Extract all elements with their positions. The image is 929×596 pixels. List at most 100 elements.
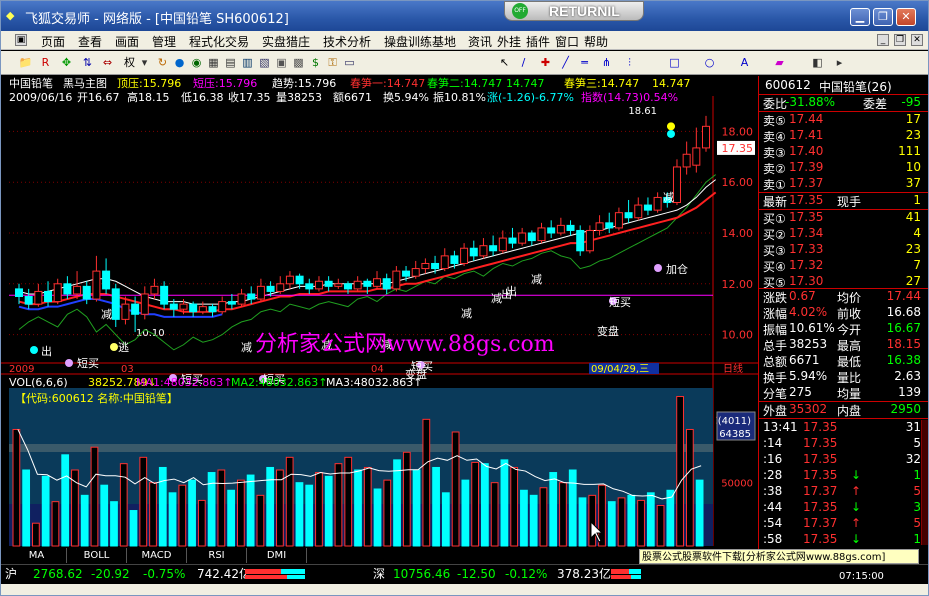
- tick-price: 17.35: [803, 500, 838, 514]
- title-bar[interactable]: ◆ 飞狐交易师 - 网络版 - [中国铅笔 SH600612] OFF RETU…: [1, 1, 928, 31]
- updown-icon[interactable]: ⇅: [79, 54, 96, 71]
- menu-item[interactable]: 操盘训练基地: [384, 33, 456, 50]
- more-icon[interactable]: ▸: [831, 54, 848, 71]
- candle-body: [392, 270, 401, 290]
- menu-item[interactable]: 实盘猎庄: [262, 33, 310, 50]
- rsi-icon[interactable]: R: [37, 54, 54, 71]
- menu-item[interactable]: 窗口: [555, 33, 579, 50]
- fan-icon[interactable]: ⫶: [621, 54, 638, 71]
- ohlc-value: 指数(14.73)0.54%: [581, 91, 679, 104]
- text-a-icon[interactable]: A: [736, 54, 753, 71]
- indicator-tab[interactable]: BOLL: [67, 548, 127, 563]
- menu-item[interactable]: 查看: [78, 33, 102, 50]
- menu-item[interactable]: 插件: [526, 33, 550, 50]
- maximize-icon[interactable]: ❐: [873, 8, 893, 26]
- tick-scrollbar[interactable]: [921, 420, 928, 545]
- volume-bar: [227, 489, 235, 547]
- stat-value: 5.94%: [789, 369, 828, 383]
- close-child-icon[interactable]: ✕: [911, 34, 923, 46]
- signal-dot: [110, 343, 118, 351]
- restore-child-icon[interactable]: ❐: [894, 34, 906, 46]
- buy-price: 17.35: [789, 210, 824, 224]
- calc-icon[interactable]: ▤: [222, 54, 239, 71]
- lock-icon[interactable]: ▩: [290, 54, 307, 71]
- volume-bar: [12, 428, 21, 547]
- indicator-tab[interactable]: MA: [7, 548, 67, 563]
- returnil-widget[interactable]: OFF RETURNIL: [504, 1, 644, 21]
- stock-code: 600612: [765, 78, 811, 92]
- candle-body: [527, 232, 536, 242]
- minimize-icon[interactable]: ▁: [850, 8, 870, 26]
- menu-item[interactable]: 技术分析: [323, 33, 371, 50]
- menu-item[interactable]: 管理: [152, 33, 176, 50]
- dollar-icon[interactable]: $: [307, 54, 324, 71]
- candle-body: [140, 293, 149, 315]
- indicator-value: 短压:15.796: [193, 77, 258, 90]
- fork-icon[interactable]: ⋔: [598, 54, 615, 71]
- stat-value: 275: [789, 385, 812, 399]
- pencil-icon[interactable]: /: [515, 54, 532, 71]
- candle-body: [547, 227, 556, 234]
- volume-bar: [90, 446, 99, 547]
- volume-band: [9, 444, 713, 452]
- rect-icon[interactable]: □: [666, 54, 683, 71]
- chart-icon[interactable]: ▥: [239, 54, 256, 71]
- menu-item[interactable]: 外挂: [497, 33, 521, 50]
- notebook-icon[interactable]: ▧: [256, 54, 273, 71]
- candle-body: [353, 280, 362, 290]
- line-icon[interactable]: ╱: [557, 54, 574, 71]
- left-right-icon[interactable]: ⇔: [99, 54, 116, 71]
- eraser-icon[interactable]: ▰: [771, 54, 788, 71]
- h-line-icon[interactable]: ═: [576, 54, 593, 71]
- oval-icon[interactable]: ○: [701, 54, 718, 71]
- pointer-icon[interactable]: ↖: [496, 54, 513, 71]
- menu-item[interactable]: 资讯: [468, 33, 492, 50]
- green-indicator-line: [18, 174, 716, 351]
- menu-item[interactable]: 画面: [115, 33, 139, 50]
- menu-item[interactable]: 页面: [41, 33, 65, 50]
- stat-value: 16.67: [886, 321, 921, 335]
- cross-icon[interactable]: ✚: [537, 54, 554, 71]
- tick-time: :58: [763, 532, 783, 546]
- mdi-child-icon[interactable]: ▣: [15, 34, 27, 46]
- ad-banner[interactable]: 股票公式股票软件下载[分析家公式网www.88gs.com]: [639, 549, 919, 564]
- clock: 07:15:00: [839, 571, 884, 582]
- candle-body: [324, 280, 333, 287]
- candle-body: [276, 283, 285, 292]
- indicator-value: 14.747: [652, 77, 691, 90]
- candle-body: [402, 270, 411, 277]
- tick-time: :38: [763, 484, 783, 498]
- indicator-tab[interactable]: RSI: [187, 548, 247, 563]
- dropdown-icon[interactable]: ▾: [136, 54, 153, 71]
- window-icon[interactable]: ▣: [273, 54, 290, 71]
- mark-icon[interactable]: ◉: [188, 54, 205, 71]
- ohlc-value: 涨(-1.26)-6.77%: [487, 91, 574, 104]
- grid-icon[interactable]: ▦: [205, 54, 222, 71]
- volume-bar: [607, 501, 616, 547]
- refresh-icon[interactable]: ↻: [154, 54, 171, 71]
- volume-bar: [168, 492, 177, 547]
- close-icon[interactable]: ✕: [896, 8, 916, 26]
- key-icon[interactable]: ⚿: [324, 54, 341, 71]
- circle-icon[interactable]: ●: [171, 54, 188, 71]
- monitor-icon[interactable]: ▭: [341, 54, 358, 71]
- chart-area[interactable]: 18.00 16.00 14.00 12.00 10.00 17.35 18.61 10.10…: [1, 76, 758, 566]
- sell-volume: 10: [905, 160, 921, 174]
- cube-icon[interactable]: ◧: [809, 54, 826, 71]
- indicator-tab[interactable]: MACD: [127, 548, 187, 563]
- arrows-icon[interactable]: ✥: [58, 54, 75, 71]
- candle-body: [431, 262, 440, 270]
- kline-chart[interactable]: 18.0016.0014.0012.0010.0017.3518.6110.10…: [1, 76, 758, 566]
- indicator-tab[interactable]: DMI: [247, 548, 307, 563]
- sz-change: -12.50: [457, 567, 496, 581]
- returnil-off-badge[interactable]: OFF: [512, 3, 528, 19]
- volume-bar: [598, 484, 606, 547]
- stats-row: 分笔 275 均量 139: [759, 385, 928, 401]
- menu-item[interactable]: 帮助: [584, 33, 608, 50]
- minimize-child-icon[interactable]: _: [877, 34, 889, 46]
- volume-bar: [471, 461, 480, 547]
- folder-icon[interactable]: 📁: [17, 54, 34, 71]
- sell-row: 卖① 17.37 37: [759, 176, 928, 192]
- volume-bar: [481, 463, 489, 547]
- menu-item[interactable]: 程式化交易: [189, 33, 249, 50]
